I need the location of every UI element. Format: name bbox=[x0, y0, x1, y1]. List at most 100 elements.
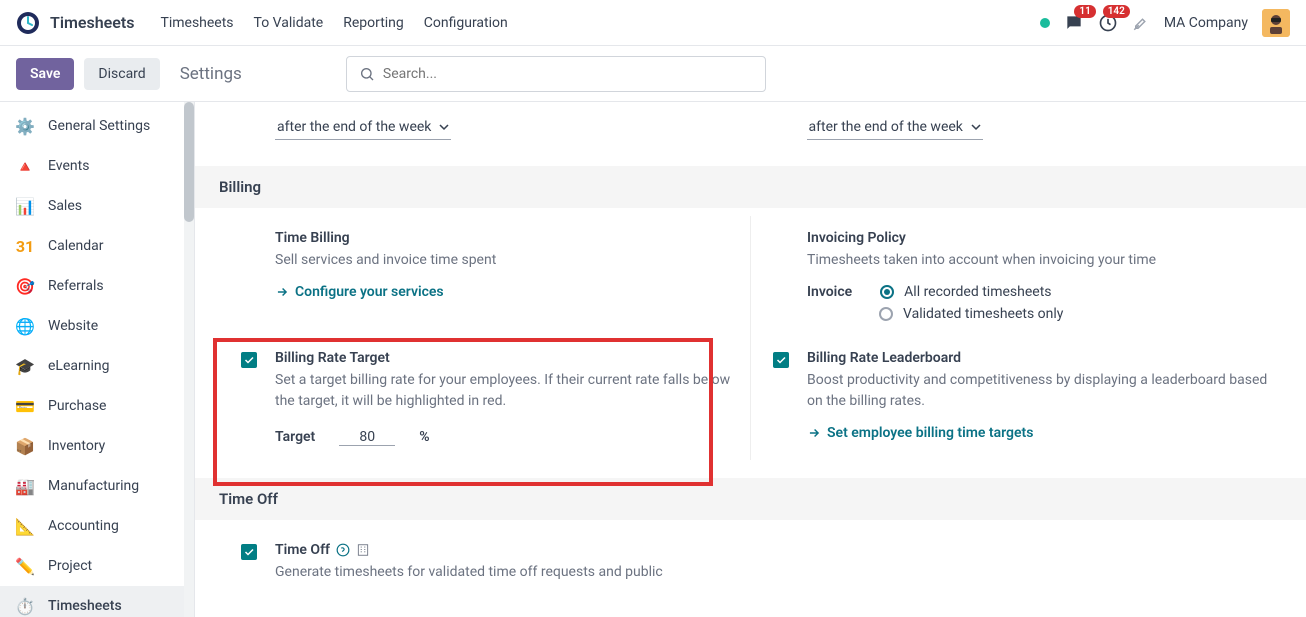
sidebar-item-label: Website bbox=[48, 318, 98, 334]
building-icon[interactable] bbox=[356, 543, 370, 557]
nav-menu-reporting[interactable]: Reporting bbox=[343, 15, 404, 31]
setting-time-billing: Time Billing Sell services and invoice t… bbox=[219, 216, 750, 336]
configure-services-link[interactable]: Configure your services bbox=[275, 284, 444, 300]
sidebar-item-website[interactable]: 🌐 Website bbox=[0, 306, 194, 346]
setting-title: Invoicing Policy bbox=[807, 230, 1272, 246]
radio-validated-only[interactable] bbox=[879, 307, 893, 321]
navbar-right: 11 142 MA Company bbox=[1040, 9, 1290, 37]
sidebar: ⚙️General Settings 🔺 Events 📊Sales 31 Cale… bbox=[0, 102, 195, 617]
elearning-icon: 🎓 bbox=[14, 355, 36, 377]
link-label: Set employee billing time targets bbox=[827, 425, 1033, 441]
brand[interactable]: Timesheets bbox=[16, 11, 134, 35]
company-name[interactable]: MA Company bbox=[1164, 15, 1248, 31]
setting-desc: Timesheets taken into account when invoi… bbox=[807, 250, 1272, 270]
set-employee-targets-link[interactable]: Set employee billing time targets bbox=[807, 425, 1033, 441]
question-icon[interactable] bbox=[336, 543, 350, 557]
sidebar-item-referrals[interactable]: 🎯 Referrals bbox=[0, 266, 194, 306]
sidebar-item-accounting[interactable]: 📐 Accounting bbox=[0, 506, 194, 546]
sidebar-item-general-settings[interactable]: ⚙️General Settings bbox=[0, 106, 194, 146]
checkbox-time-off[interactable] bbox=[241, 544, 257, 560]
employee-reminder-select[interactable]: after the end of the week bbox=[275, 117, 451, 140]
discard-button[interactable]: Discard bbox=[84, 58, 159, 90]
sidebar-item-label: Referrals bbox=[48, 278, 104, 294]
setting-desc: Boost productivity and competitiveness b… bbox=[807, 370, 1272, 411]
search-box[interactable] bbox=[346, 56, 766, 92]
setting-desc: Generate timesheets for validated time o… bbox=[275, 562, 741, 582]
sidebar-item-elearning[interactable]: 🎓 eLearning bbox=[0, 346, 194, 386]
sidebar-item-purchase[interactable]: 💳 Purchase bbox=[0, 386, 194, 426]
select-value: after the end of the week bbox=[809, 119, 963, 135]
section-header-time-off: Time Off bbox=[195, 478, 1306, 520]
control-panel: Save Discard Settings bbox=[0, 46, 1306, 102]
inventory-icon: 📦 bbox=[14, 435, 36, 457]
target-unit: % bbox=[419, 429, 429, 445]
checkbox-billing-rate-target[interactable] bbox=[241, 352, 257, 368]
nav-menus: Timesheets To Validate Reporting Configu… bbox=[160, 15, 507, 31]
select-value: after the end of the week bbox=[277, 119, 431, 135]
sidebar-scrollbar-thumb[interactable] bbox=[184, 102, 194, 222]
sidebar-item-label: eLearning bbox=[48, 358, 109, 374]
nav-menu-configuration[interactable]: Configuration bbox=[424, 15, 508, 31]
accounting-icon: 📐 bbox=[14, 515, 36, 537]
search-input[interactable] bbox=[383, 66, 753, 82]
navbar: Timesheets Timesheets To Validate Report… bbox=[0, 0, 1306, 46]
caret-down-icon bbox=[971, 122, 981, 132]
purchase-icon: 💳 bbox=[14, 395, 36, 417]
sales-icon: 📊 bbox=[14, 195, 36, 217]
manufacturing-icon: 🏭 bbox=[14, 475, 36, 497]
save-button[interactable]: Save bbox=[16, 58, 74, 90]
checkbox-billing-rate-leaderboard[interactable] bbox=[773, 352, 789, 368]
sidebar-item-sales[interactable]: 📊Sales bbox=[0, 186, 194, 226]
brand-label: Timesheets bbox=[50, 13, 134, 32]
sidebar-item-inventory[interactable]: 📦 Inventory bbox=[0, 426, 194, 466]
project-icon: ✏️ bbox=[14, 555, 36, 577]
arrow-right-icon bbox=[807, 426, 821, 440]
radio-all-recorded[interactable] bbox=[880, 285, 894, 299]
setting-title: Billing Rate Target bbox=[275, 350, 740, 366]
messages-icon[interactable]: 11 bbox=[1064, 13, 1084, 33]
content: after the end of the week after the end … bbox=[195, 102, 1306, 617]
calendar-icon: 31 bbox=[14, 235, 36, 257]
setting-title-text: Time Off bbox=[275, 542, 330, 558]
sidebar-item-timesheets[interactable]: ⏱️ Timesheets bbox=[0, 586, 194, 617]
presence-dot bbox=[1040, 18, 1050, 28]
setting-desc: Set a target billing rate for your emplo… bbox=[275, 370, 740, 411]
target-input[interactable] bbox=[339, 429, 395, 446]
timesheets-icon: ⏱️ bbox=[14, 595, 36, 617]
avatar[interactable] bbox=[1262, 9, 1290, 37]
invoice-label: Invoice bbox=[807, 284, 852, 300]
tools-icon[interactable] bbox=[1132, 14, 1150, 32]
website-icon: 🌐 bbox=[14, 315, 36, 337]
setting-billing-rate-target: Billing Rate Target Set a target billing… bbox=[219, 336, 750, 460]
sidebar-item-label: Accounting bbox=[48, 518, 119, 534]
sidebar-item-events[interactable]: 🔺 Events bbox=[0, 146, 194, 186]
nav-menu-to-validate[interactable]: To Validate bbox=[254, 15, 324, 31]
sidebar-item-label: Calendar bbox=[48, 238, 104, 254]
manager-reminder-select[interactable]: after the end of the week bbox=[807, 117, 983, 140]
sidebar-item-calendar[interactable]: 31 Calendar bbox=[0, 226, 194, 266]
sidebar-item-label: Manufacturing bbox=[48, 478, 139, 494]
app-icon bbox=[16, 11, 40, 35]
activities-icon[interactable]: 142 bbox=[1098, 13, 1118, 33]
section-header-billing: Billing bbox=[195, 166, 1306, 208]
sidebar-item-label: Timesheets bbox=[48, 598, 122, 614]
sidebar-item-project[interactable]: ✏️Project bbox=[0, 546, 194, 586]
setting-billing-rate-leaderboard: Billing Rate Leaderboard Boost productiv… bbox=[750, 336, 1282, 460]
referrals-icon: 🎯 bbox=[14, 275, 36, 297]
nav-menu-timesheets[interactable]: Timesheets bbox=[160, 15, 233, 31]
sidebar-item-label: General Settings bbox=[48, 118, 150, 134]
arrow-right-icon bbox=[275, 285, 289, 299]
sidebar-item-manufacturing[interactable]: 🏭 Manufacturing bbox=[0, 466, 194, 506]
setting-title: Billing Rate Leaderboard bbox=[807, 350, 1272, 366]
main: ⚙️General Settings 🔺 Events 📊Sales 31 Cale… bbox=[0, 102, 1306, 617]
link-label: Configure your services bbox=[295, 284, 444, 300]
setting-title: Time Billing bbox=[275, 230, 740, 246]
setting-desc: Sell services and invoice time spent bbox=[275, 250, 740, 270]
caret-down-icon bbox=[439, 122, 449, 132]
sidebar-item-label: Purchase bbox=[48, 398, 106, 414]
activities-badge: 142 bbox=[1103, 5, 1130, 18]
target-label: Target bbox=[275, 429, 315, 445]
sidebar-item-label: Events bbox=[48, 158, 89, 174]
sidebar-item-label: Inventory bbox=[48, 438, 105, 454]
events-icon: 🔺 bbox=[14, 155, 36, 177]
